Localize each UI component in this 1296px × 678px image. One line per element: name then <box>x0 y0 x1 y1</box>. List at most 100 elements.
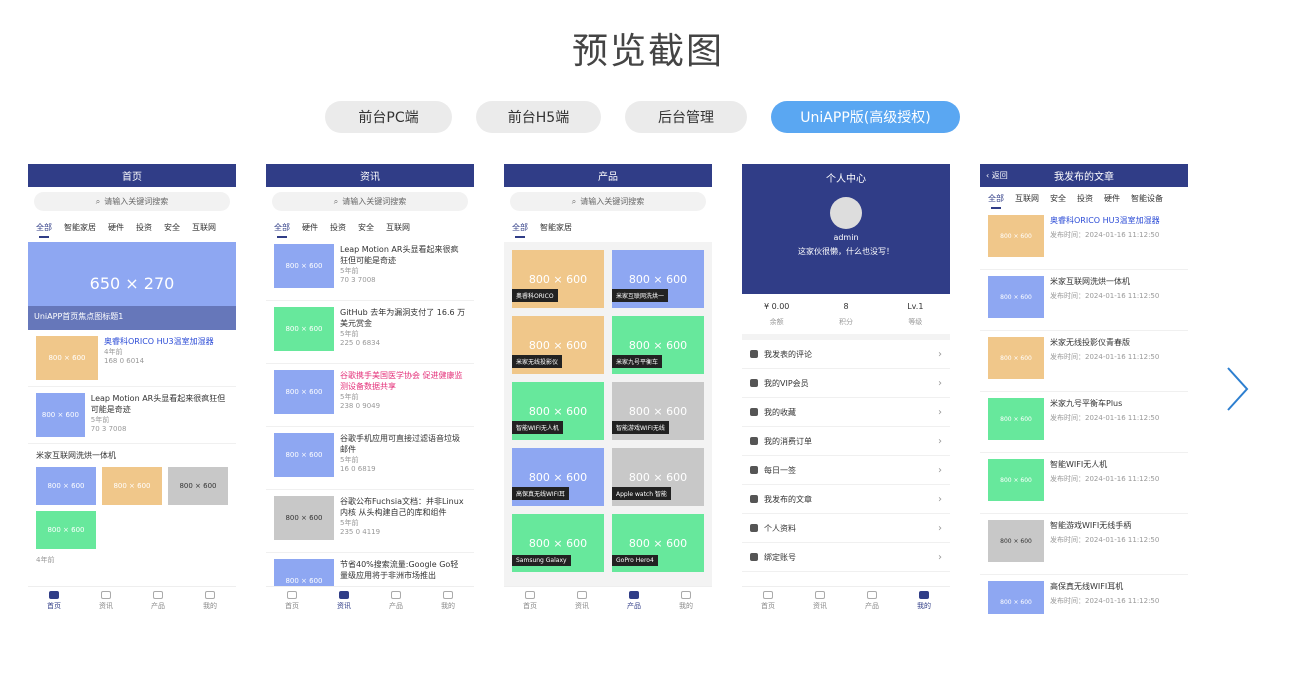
list-item[interactable]: 800 × 600 米家无线投影仪青春版 发布时间：2024-01-16 11:12… <box>980 331 1188 392</box>
nav-home[interactable]: 首页 <box>742 587 794 614</box>
nav-news[interactable]: 资讯 <box>318 587 370 614</box>
edit-icon <box>750 495 758 503</box>
list-item[interactable]: 800 × 600 奥睿科ORICO HU3温室加湿器 发布时间：2024-01-1… <box>980 209 1188 270</box>
nav-home[interactable]: 首页 <box>504 587 556 614</box>
list-item[interactable]: 800 × 600 米家九号平衡车Plus 发布时间：2024-01-16 11:1… <box>980 392 1188 453</box>
user-icon <box>681 590 691 599</box>
next-arrow-icon[interactable] <box>1222 366 1252 412</box>
cat-tab[interactable]: 智能家居 <box>64 222 96 233</box>
list-item[interactable]: 800 × 600 米家互联网洗烘一体机 发布时间：2024-01-16 11:12… <box>980 270 1188 331</box>
list-item[interactable]: 800 × 600 谷歌手机应用可直接过滤语音垃圾邮件 5年前 16 0 6819 <box>266 427 474 490</box>
search-icon: ⌕ <box>571 196 577 206</box>
tab-pc[interactable]: 前台PC端 <box>325 101 452 133</box>
screenshot-profile: 个人中心 admin 这家伙很懒，什么也没写！ ¥ 0.00 余额 8 积分 Lv.… <box>742 164 950 614</box>
cat-tab[interactable]: 互联网 <box>386 222 410 233</box>
screenshot-my-articles: ‹ 返回 我发布的文章 全部 互联网 安全 投资 硬件 智能设备 800 × 600 奥睿科… <box>980 164 1188 614</box>
cat-tab[interactable]: 安全 <box>164 222 180 233</box>
list-item[interactable]: 800 × 600 Leap Motion AR头显看起来很疯狂但可能是奇迹 5年… <box>28 387 236 444</box>
cat-tab[interactable]: 全部 <box>36 222 52 238</box>
bottom-nav: 首页 资讯 产品 我的 <box>266 586 474 614</box>
cat-tab[interactable]: 全部 <box>512 222 528 238</box>
vip-icon <box>750 379 758 387</box>
menu-bind[interactable]: 绑定账号 › <box>742 543 950 572</box>
header-title: 产品 <box>504 164 712 187</box>
menu-orders[interactable]: 我的消费订单 › <box>742 427 950 456</box>
tab-h5[interactable]: 前台H5端 <box>476 101 601 133</box>
list-item[interactable]: 800 × 600 智能WIFI无人机 发布时间：2024-01-16 11:12:… <box>980 453 1188 514</box>
product-card[interactable]: 800 × 600 智能游戏WIFI无线 <box>612 382 704 440</box>
cat-tab[interactable]: 硬件 <box>108 222 124 233</box>
list-item[interactable]: 800 × 600 智能游戏WIFI无线手柄 发布时间：2024-01-16 11:… <box>980 514 1188 575</box>
cat-tab[interactable]: 投资 <box>330 222 346 233</box>
nav-mine[interactable]: 我的 <box>422 587 474 614</box>
cat-tab[interactable]: 智能家居 <box>540 222 572 233</box>
product-card[interactable]: 800 × 600 米家九号平衡车 <box>612 316 704 374</box>
product-card[interactable]: 800 × 600 智能WIFI无人机 <box>512 382 604 440</box>
tab-admin[interactable]: 后台管理 <box>625 101 747 133</box>
news-icon <box>815 590 825 599</box>
product-icon <box>391 590 401 599</box>
cat-tab[interactable]: 安全 <box>1050 193 1066 204</box>
user-icon <box>443 590 453 599</box>
category-tabs: 全部 硬件 投资 安全 互联网 <box>266 216 474 238</box>
product-card[interactable]: 800 × 600 米家互联网洗烘一 <box>612 250 704 308</box>
list-item[interactable]: 800 × 600 高保真无线WIFI耳机 发布时间：2024-01-16 11:1… <box>980 575 1188 614</box>
nav-mine[interactable]: 我的 <box>660 587 712 614</box>
nav-news[interactable]: 资讯 <box>80 587 132 614</box>
cat-tab[interactable]: 投资 <box>136 222 152 233</box>
nav-product[interactable]: 产品 <box>370 587 422 614</box>
nav-product[interactable]: 产品 <box>132 587 184 614</box>
cat-tab[interactable]: 全部 <box>274 222 290 238</box>
cat-tab[interactable]: 安全 <box>358 222 374 233</box>
list-item[interactable]: 800 × 600 奥睿科ORICO HU3温室加湿器 4年前 168 0 6014 <box>28 330 236 387</box>
pin-icon <box>750 466 758 474</box>
menu-checkin[interactable]: 每日一签 › <box>742 456 950 485</box>
tab-uniapp[interactable]: UniAPP版(高级授权) <box>771 101 960 133</box>
product-icon <box>867 590 877 599</box>
menu-favorites[interactable]: 我的收藏 › <box>742 398 950 427</box>
product-card[interactable]: 800 × 600 Samsung Galaxy <box>512 514 604 572</box>
product-card[interactable]: 800 × 600 奥睿科ORICO <box>512 250 604 308</box>
search-input[interactable]: ⌕ 请输入关键词搜索 <box>272 192 468 211</box>
order-icon <box>750 437 758 445</box>
list-item[interactable]: 800 × 600 GitHub 去年为漏洞支付了 16.6 万美元赏金 5年前 22… <box>266 301 474 364</box>
nav-home[interactable]: 首页 <box>266 587 318 614</box>
stats: ¥ 0.00 余额 8 积分 Lv.1 等级 <box>742 294 950 340</box>
cat-tab[interactable]: 全部 <box>988 193 1004 209</box>
chevron-right-icon: › <box>938 406 942 418</box>
cat-tab[interactable]: 互联网 <box>1015 193 1039 204</box>
search-input[interactable]: ⌕ 请输入关键词搜索 <box>510 192 706 211</box>
menu-vip[interactable]: 我的VIP会员 › <box>742 369 950 398</box>
product-card[interactable]: 800 × 600 米家无线投影仪 <box>512 316 604 374</box>
comment-icon <box>750 350 758 358</box>
banner[interactable]: 650 × 270 UniAPP首页焦点图标题1 <box>28 242 236 330</box>
nav-home[interactable]: 首页 <box>28 587 80 614</box>
nav-mine[interactable]: 我的 <box>898 587 950 614</box>
cat-tab[interactable]: 互联网 <box>192 222 216 233</box>
product-card[interactable]: 800 × 600 高保真无线WIFI耳 <box>512 448 604 506</box>
search-icon: ⌕ <box>333 196 339 206</box>
cat-tab[interactable]: 硬件 <box>302 222 318 233</box>
menu-articles[interactable]: 我发布的文章 › <box>742 485 950 514</box>
product-card[interactable]: 800 × 600 GoPro Hero4 <box>612 514 704 572</box>
cat-tab[interactable]: 硬件 <box>1104 193 1120 204</box>
product-card[interactable]: 800 × 600 Apple watch 智能 <box>612 448 704 506</box>
nav-product[interactable]: 产品 <box>846 587 898 614</box>
list-item[interactable]: 800 × 600 Leap Motion AR头显看起来很疯狂但可能是奇迹 5年前… <box>266 238 474 301</box>
nav-mine[interactable]: 我的 <box>184 587 236 614</box>
chevron-right-icon: › <box>938 551 942 563</box>
group-item[interactable]: 米家互联网洗烘一体机 800 × 600 800 × 600 800 × 600… <box>28 444 236 571</box>
back-button[interactable]: ‹ 返回 <box>986 170 1008 181</box>
nav-news[interactable]: 资讯 <box>556 587 608 614</box>
list-item[interactable]: 800 × 600 谷歌携手美国医学协会 促进健康监测设备数据共享 5年前 238 0… <box>266 364 474 427</box>
search-input[interactable]: ⌕ 请输入关键词搜索 <box>34 192 230 211</box>
menu-profile[interactable]: 个人资料 › <box>742 514 950 543</box>
nav-news[interactable]: 资讯 <box>794 587 846 614</box>
cat-tab[interactable]: 智能设备 <box>1131 193 1163 204</box>
nav-product[interactable]: 产品 <box>608 587 660 614</box>
cat-tab[interactable]: 投资 <box>1077 193 1093 204</box>
avatar[interactable] <box>830 197 862 229</box>
list-item[interactable]: 800 × 600 谷歌公布Fuchsia文档：并非Linux内核 从头构建自己的… <box>266 490 474 553</box>
home-icon <box>49 590 59 599</box>
menu-comments[interactable]: 我发表的评论 › <box>742 340 950 369</box>
